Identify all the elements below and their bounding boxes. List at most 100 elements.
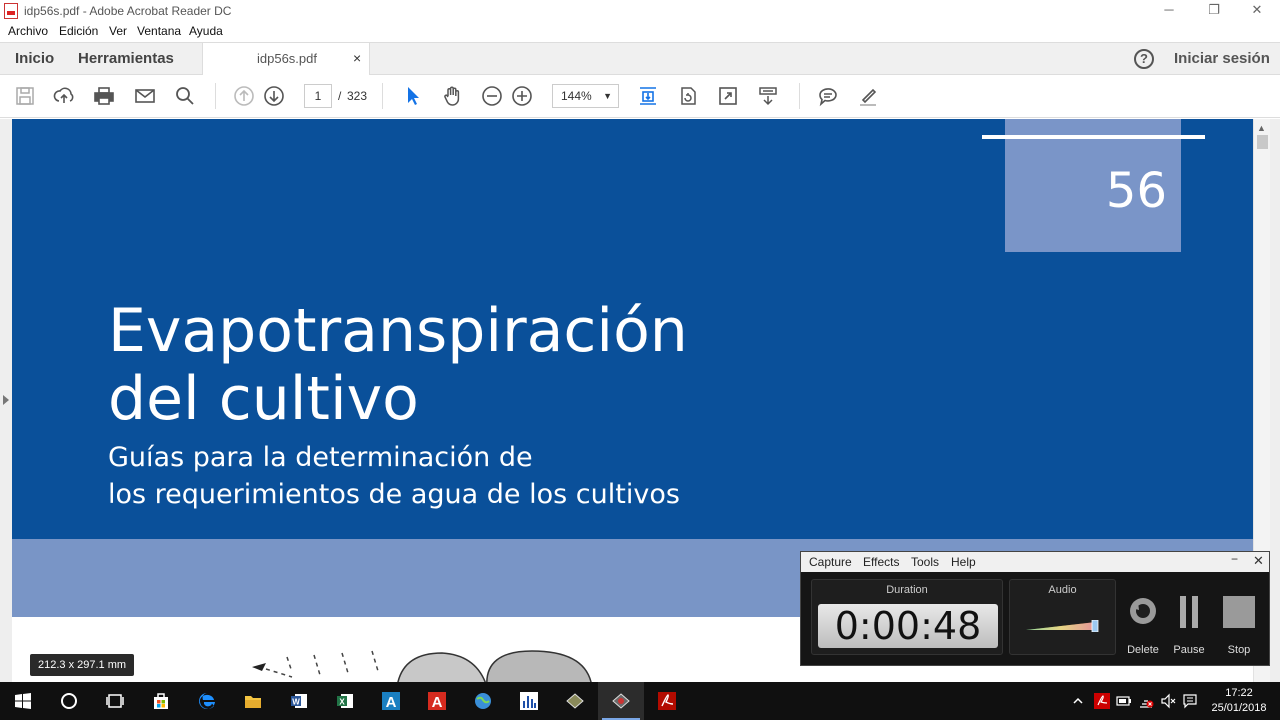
zoom-out-icon[interactable] — [481, 85, 503, 107]
delete-button[interactable]: Delete — [1123, 596, 1163, 656]
left-pane-toggle-icon[interactable] — [3, 395, 9, 405]
restore-button[interactable]: ❐ — [1191, 0, 1237, 22]
page-number-input[interactable]: 1 — [304, 84, 332, 108]
zoom-select[interactable]: 144% ▼ — [552, 84, 619, 108]
print-icon[interactable] — [93, 85, 115, 107]
menu-archivo[interactable]: Archivo — [8, 24, 48, 38]
stop-icon — [1223, 596, 1255, 628]
duration-panel: Duration 0:00:48 — [811, 579, 1003, 655]
search-icon[interactable] — [174, 85, 196, 107]
recorder-menu-capture[interactable]: Capture — [809, 555, 852, 569]
delete-label: Delete — [1127, 644, 1159, 656]
pause-button[interactable]: Pause — [1169, 596, 1209, 656]
volume-muted-icon[interactable] — [1160, 693, 1176, 709]
task-view-icon[interactable] — [92, 682, 138, 720]
toolbar-divider — [215, 83, 216, 109]
globe-icon[interactable] — [460, 682, 506, 720]
clock[interactable]: 17:22 25/01/2018 — [1204, 686, 1274, 716]
menu-ver[interactable]: Ver — [109, 24, 127, 38]
document-tab-label: idp56s.pdf — [257, 51, 317, 66]
word-icon[interactable]: W — [276, 682, 322, 720]
series-number: 56 — [1105, 163, 1167, 219]
save-icon[interactable] — [14, 85, 36, 107]
svg-text:X: X — [339, 698, 345, 707]
help-icon[interactable]: ? — [1134, 49, 1154, 69]
title-bar: idp56s.pdf - Adobe Acrobat Reader DC ─ ❐… — [0, 0, 1280, 22]
document-title: Evapotranspiración del cultivo — [108, 297, 688, 433]
scrollbar-thumb[interactable] — [1257, 135, 1268, 149]
document-subtitle-line: los requerimientos de agua de los cultiv… — [108, 479, 680, 510]
zoom-value: 144% — [561, 89, 592, 103]
email-icon[interactable] — [134, 85, 156, 107]
clock-date: 25/01/2018 — [1211, 702, 1267, 714]
read-mode-icon[interactable] — [757, 85, 779, 107]
page-separator: / — [338, 89, 342, 103]
hand-icon[interactable] — [441, 85, 463, 107]
page-size-tooltip: 212.3 x 297.1 mm — [30, 654, 135, 676]
upload-icon[interactable] — [53, 85, 75, 107]
audio-level-meter[interactable] — [1026, 620, 1100, 632]
camtasia-recorder-icon[interactable] — [598, 682, 644, 720]
stop-button[interactable]: Stop — [1219, 596, 1259, 656]
pause-icon — [1180, 596, 1198, 628]
menu-bar: Archivo Edición Ver Ventana Ayuda — [0, 22, 1280, 42]
recorder-menu-bar: Capture Effects Tools Help − ✕ — [801, 552, 1269, 572]
edge-icon[interactable] — [184, 682, 230, 720]
tab-herramientas[interactable]: Herramientas — [78, 50, 174, 67]
highlight-pen-icon[interactable] — [857, 85, 879, 107]
acrobat-tray-icon[interactable] — [1094, 693, 1110, 709]
scroll-up-icon[interactable]: ▲ — [1257, 123, 1266, 133]
chart-app-icon[interactable] — [506, 682, 552, 720]
zoom-in-icon[interactable] — [511, 85, 533, 107]
menu-edicion[interactable]: Edición — [59, 24, 98, 38]
minimize-button[interactable]: ─ — [1146, 0, 1192, 22]
page-down-icon[interactable] — [263, 85, 285, 107]
chevron-up-icon[interactable] — [1072, 695, 1084, 707]
recorder-close-button[interactable]: ✕ — [1253, 553, 1264, 569]
signin-button[interactable]: Iniciar sesión — [1174, 50, 1270, 67]
close-window-button[interactable]: ✕ — [1234, 0, 1280, 22]
rotate-icon[interactable] — [677, 85, 699, 107]
recorder-menu-effects[interactable]: Effects — [863, 555, 899, 569]
full-screen-icon[interactable] — [717, 85, 739, 107]
file-explorer-icon[interactable] — [230, 682, 276, 720]
acrobat-reader-icon[interactable] — [644, 682, 690, 720]
windows-start-icon[interactable] — [0, 682, 46, 720]
svg-text:A: A — [432, 694, 443, 711]
page-up-icon[interactable] — [233, 85, 255, 107]
recorder-menu-help[interactable]: Help — [951, 555, 976, 569]
audio-label: Audio — [1048, 584, 1077, 596]
network-disconnected-icon[interactable] — [1138, 693, 1154, 709]
document-subtitle-line: Guías para la determinación de — [108, 442, 533, 473]
pdf-app-icon — [4, 3, 18, 19]
fit-page-icon[interactable] — [637, 85, 659, 107]
tab-inicio[interactable]: Inicio — [15, 50, 54, 67]
recorder-minimize-button[interactable]: − — [1231, 552, 1238, 566]
recorder-menu-tools[interactable]: Tools — [911, 555, 939, 569]
autocad-icon[interactable]: A — [368, 682, 414, 720]
duration-label: Duration — [886, 584, 928, 596]
document-title-line: Evapotranspiración — [108, 296, 688, 366]
tab-document[interactable]: idp56s.pdf × — [202, 43, 370, 76]
toolbar: 1 / 323 144% ▼ — [0, 75, 1280, 118]
excel-icon[interactable]: X — [322, 682, 368, 720]
toolbar-divider — [382, 83, 383, 109]
cortana-icon[interactable] — [46, 682, 92, 720]
chevron-down-icon: ▼ — [603, 91, 612, 101]
total-pages: 323 — [347, 89, 368, 103]
clock-time: 17:22 — [1225, 687, 1253, 699]
tab-bar: Inicio Herramientas idp56s.pdf × ? Inici… — [0, 42, 1280, 76]
menu-ventana[interactable]: Ventana — [137, 24, 181, 38]
close-tab-icon[interactable]: × — [353, 50, 361, 66]
menu-ayuda[interactable]: Ayuda — [189, 24, 223, 38]
svg-text:W: W — [292, 698, 300, 707]
store-icon[interactable] — [138, 682, 184, 720]
acrobat-icon[interactable]: A — [414, 682, 460, 720]
comment-icon[interactable] — [817, 85, 839, 107]
notification-icon[interactable] — [1182, 693, 1198, 709]
series-number-rule — [982, 135, 1205, 139]
select-pointer-icon[interactable] — [402, 85, 424, 107]
toolbar-divider — [799, 83, 800, 109]
image-app-icon[interactable] — [552, 682, 598, 720]
battery-icon[interactable] — [1116, 694, 1132, 708]
